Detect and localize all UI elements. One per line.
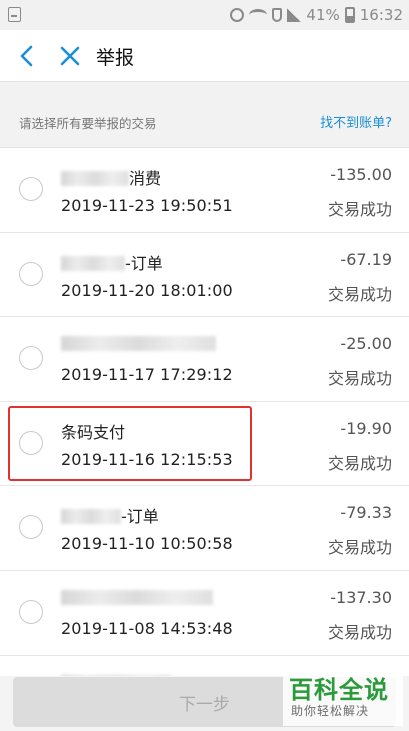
transaction-status: 交易成功	[327, 453, 392, 473]
alarm-icon	[230, 8, 245, 22]
nav-bar: 举报	[0, 30, 409, 82]
status-bar: 41% 16:32	[0, 0, 409, 30]
transaction-date: 2019-11-23 19:50:51	[61, 196, 233, 215]
watermark-logo: 百科全说 助你轻松解决	[283, 670, 403, 726]
transaction-row[interactable]: -订单 2019-11-20 18:01:00 -67.19 交易成功	[0, 232, 409, 318]
battery-percent: 41%	[306, 6, 340, 24]
transaction-title	[61, 588, 213, 607]
redacted-text	[61, 589, 213, 605]
cannot-find-bill-link[interactable]: 找不到账单?	[320, 112, 392, 131]
redacted-text	[61, 336, 216, 352]
transaction-status: 交易成功	[327, 538, 392, 558]
transaction-status: 交易成功	[327, 622, 392, 642]
transaction-row[interactable]: 2019-11-17 17:29:12 -25.00 交易成功	[0, 317, 409, 402]
transaction-row[interactable]: 2019-11-08 14:53:48 -137.30 交易成功	[0, 570, 409, 656]
transaction-status: 交易成功	[327, 284, 392, 304]
battery-icon	[344, 7, 355, 23]
wifi-icon	[249, 9, 268, 21]
transaction-status: 交易成功	[327, 369, 392, 389]
page-title: 举报	[96, 47, 135, 69]
transaction-title: -订单	[61, 250, 163, 274]
watermark-title: 百科全说	[289, 676, 389, 704]
transaction-amount: -137.30	[330, 587, 392, 607]
status-icons: 41% 16:32	[230, 5, 403, 25]
transaction-amount: -135.00	[330, 165, 392, 184]
select-radio[interactable]	[19, 261, 43, 286]
transaction-amount: -19.90	[340, 418, 392, 438]
transaction-date: 2019-11-10 10:50:58	[61, 534, 233, 554]
redacted-text	[61, 171, 129, 186]
instruction-bar: 请选择所有要举报的交易 找不到账单?	[0, 82, 409, 148]
transaction-row[interactable]: 消费 2019-11-23 19:50:51 -135.00 交易成功	[0, 148, 409, 233]
watermark-subtitle: 助你轻松解决	[291, 704, 370, 718]
select-radio[interactable]	[19, 599, 43, 624]
screenshot-notification-icon	[8, 7, 21, 22]
transaction-status: 交易成功	[327, 200, 392, 219]
mute-icon	[272, 8, 283, 22]
transaction-title	[61, 334, 216, 353]
transaction-date: 2019-11-17 17:29:12	[61, 365, 233, 385]
select-radio[interactable]	[19, 346, 43, 371]
annotation-highlight-box	[8, 406, 252, 481]
transaction-title: 消费	[61, 165, 161, 189]
clock: 16:32	[359, 6, 403, 24]
transaction-row[interactable]: -订单 2019-11-10 10:50:58 -79.33 交易成功	[0, 486, 409, 571]
transaction-date: 2019-11-08 14:53:48	[61, 618, 233, 638]
redacted-text	[61, 509, 121, 525]
signal-icon	[287, 8, 302, 22]
select-radio[interactable]	[19, 515, 43, 540]
transaction-date: 2019-11-20 18:01:00	[61, 280, 233, 300]
select-radio[interactable]	[19, 177, 43, 201]
transaction-amount: -25.00	[340, 334, 392, 354]
instruction-text: 请选择所有要举报的交易	[19, 116, 157, 131]
transaction-amount: -67.19	[340, 249, 392, 269]
chevron-left-icon[interactable]	[14, 42, 42, 70]
transaction-title: -订单	[61, 503, 159, 527]
close-icon[interactable]	[56, 42, 84, 70]
transaction-amount: -79.33	[340, 503, 392, 523]
redacted-text	[61, 255, 125, 271]
